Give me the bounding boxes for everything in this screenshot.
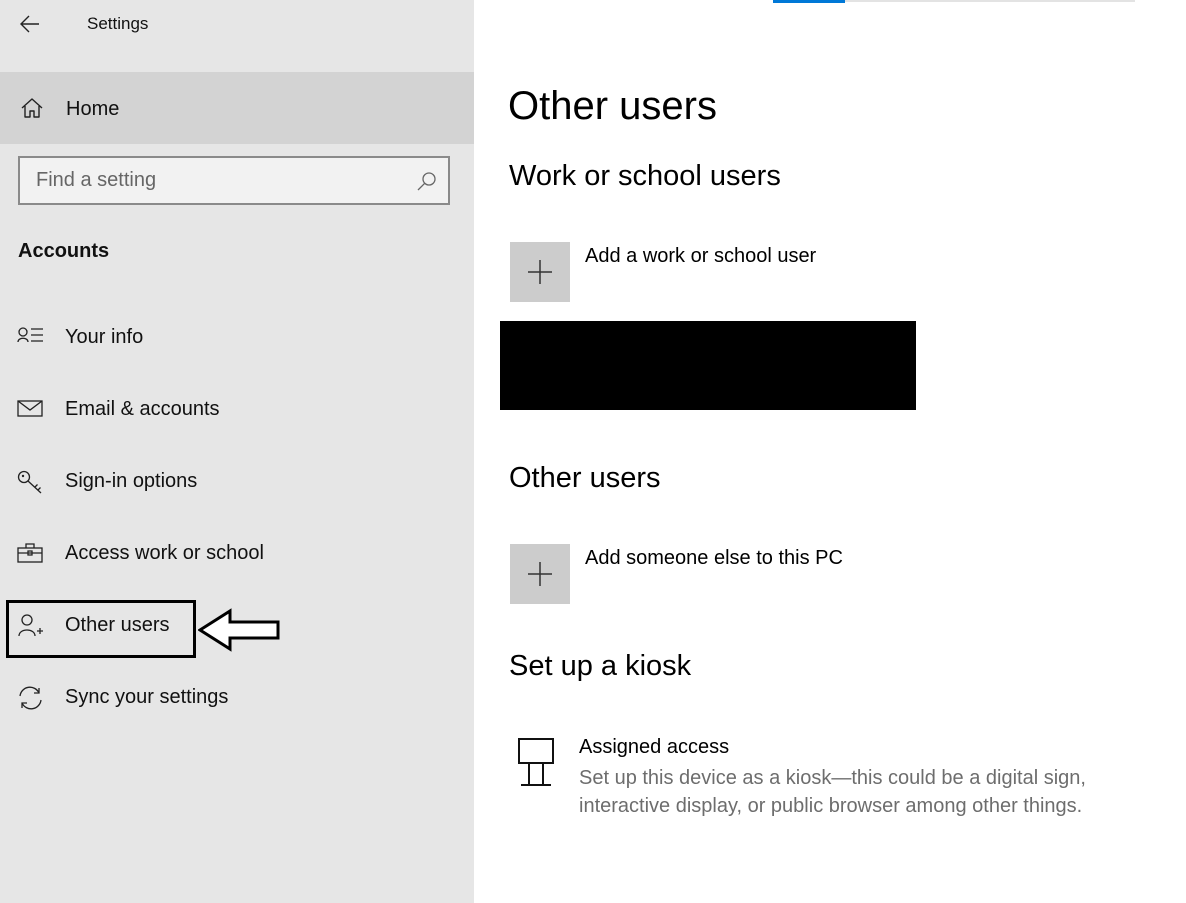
main-content: Other users Work or school users Add a w… <box>474 0 1186 903</box>
sidebar-item-label: Your info <box>65 326 144 348</box>
briefcase-icon <box>17 543 43 563</box>
page-title: Other users <box>508 84 717 128</box>
person-info-icon <box>17 327 43 343</box>
left-arrow-annotation-icon <box>198 608 280 652</box>
sidebar-item-label: Email & accounts <box>65 398 220 420</box>
search-icon[interactable] <box>416 170 438 192</box>
top-strip-accent <box>773 0 845 3</box>
add-person-icon <box>18 614 43 637</box>
sidebar-item-sign-in-options[interactable]: Sign-in options <box>0 452 474 512</box>
key-icon <box>17 470 42 494</box>
sidebar-item-label: Other users <box>65 614 170 636</box>
sidebar-item-your-info[interactable]: Your info <box>0 308 474 368</box>
sidebar-item-label: Access work or school <box>65 542 264 564</box>
mail-icon <box>17 400 43 417</box>
add-work-school-user-label[interactable]: Add a work or school user <box>585 245 816 268</box>
back-arrow-icon <box>20 15 39 33</box>
settings-window: Settings Home Accounts Your info <box>0 0 1186 903</box>
back-button[interactable] <box>14 8 46 40</box>
sidebar-item-access-work-school[interactable]: Access work or school <box>0 524 474 584</box>
search-box <box>18 156 450 205</box>
assigned-access-description: Set up this device as a kiosk—this could… <box>579 767 1086 817</box>
plus-icon <box>528 562 552 586</box>
sidebar-item-home[interactable]: Home <box>0 72 474 144</box>
heading-set-up-kiosk: Set up a kiosk <box>509 650 692 682</box>
add-work-school-user-button[interactable] <box>510 242 570 302</box>
add-someone-else-label[interactable]: Add someone else to this PC <box>585 547 843 570</box>
add-someone-else-button[interactable] <box>510 544 570 604</box>
sidebar-item-email-accounts[interactable]: Email & accounts <box>0 380 474 440</box>
sync-icon <box>19 686 42 710</box>
plus-icon <box>528 260 552 284</box>
kiosk-icon <box>518 738 554 786</box>
sidebar: Settings Home Accounts Your info <box>0 0 474 903</box>
sidebar-item-label: Home <box>66 98 120 120</box>
heading-other-users: Other users <box>509 462 661 494</box>
home-icon <box>21 98 43 118</box>
heading-work-school-users: Work or school users <box>509 160 781 192</box>
sidebar-item-label: Sync your settings <box>65 686 229 708</box>
section-label-accounts: Accounts <box>18 240 110 262</box>
sidebar-item-label: Sign-in options <box>65 470 198 492</box>
sidebar-item-sync-settings[interactable]: Sync your settings <box>0 668 474 728</box>
title-bar: Settings <box>0 0 474 50</box>
search-input[interactable] <box>36 166 406 195</box>
redacted-area <box>500 321 916 410</box>
assigned-access-link[interactable]: Assigned access <box>579 736 729 759</box>
app-title: Settings <box>87 14 149 33</box>
